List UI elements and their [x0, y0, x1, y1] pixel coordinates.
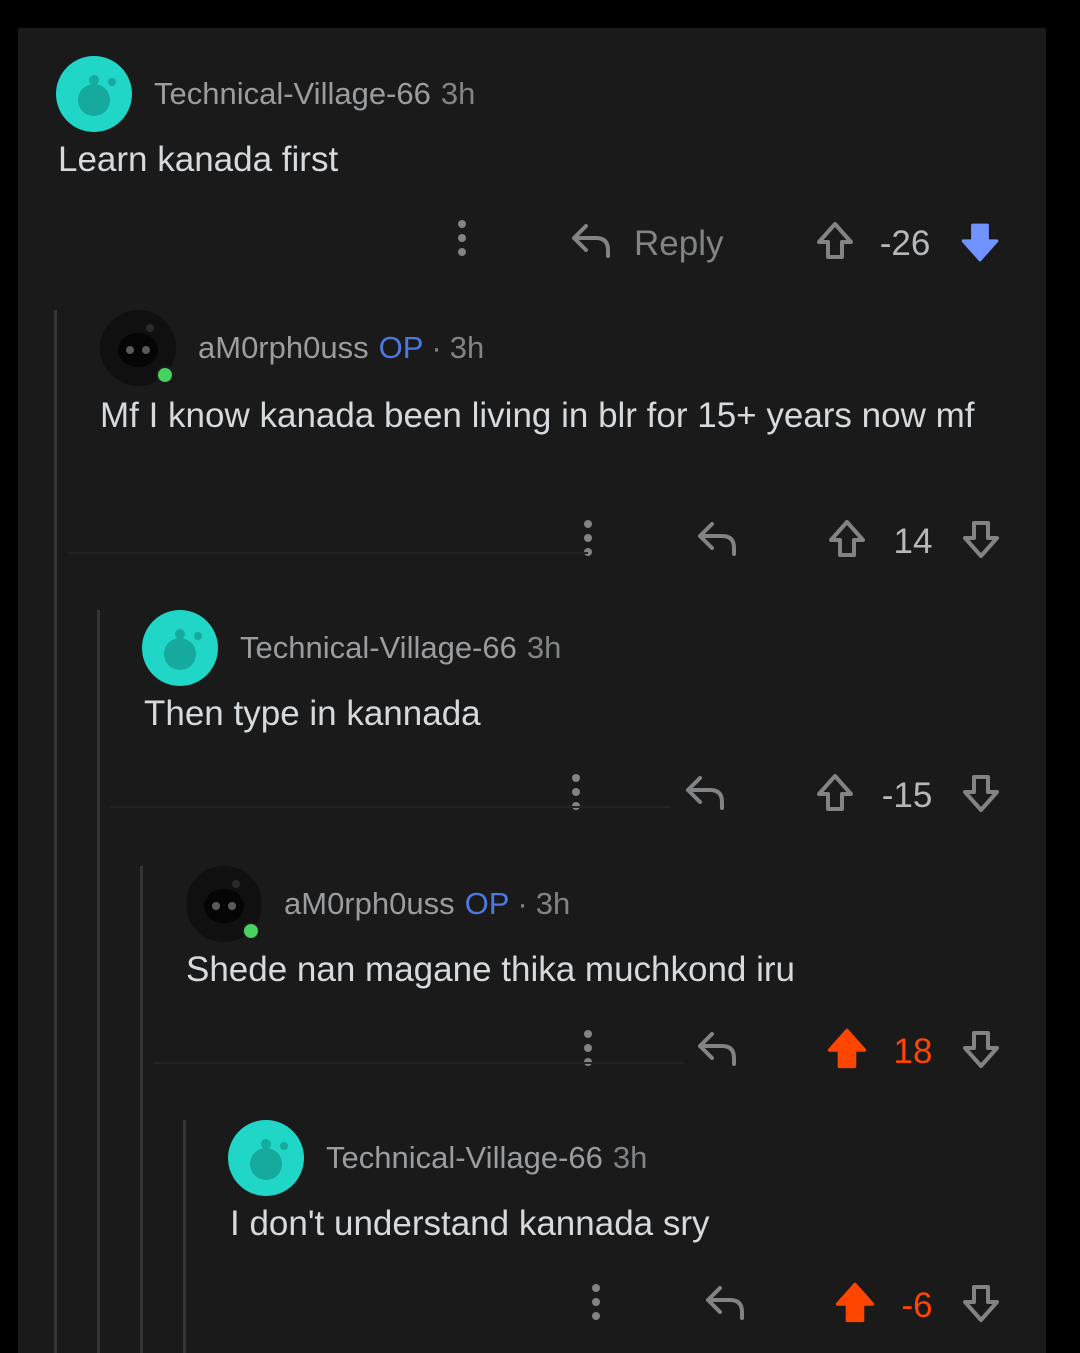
comment-body: Mf I know kanada been living in blr for … [100, 396, 975, 435]
comment-actions: 14 [18, 514, 1046, 574]
online-status-indicator [242, 922, 260, 940]
downvote-icon[interactable] [960, 1282, 1002, 1324]
comment-actions: 18 [18, 1024, 1046, 1084]
vote-score: -6 [901, 1286, 933, 1325]
comment-author[interactable]: Technical-Village-66 3h [240, 630, 561, 666]
snoo-avatar[interactable] [56, 56, 132, 132]
more-options-icon[interactable] [578, 1024, 598, 1074]
comment-actions: Reply -26 [18, 214, 1046, 274]
downvote-icon[interactable] [958, 220, 1002, 264]
upvote-icon[interactable] [814, 772, 856, 814]
divider [110, 806, 670, 808]
op-badge: OP [378, 330, 424, 365]
vote-score: 18 [893, 1032, 933, 1071]
downvote-icon[interactable] [960, 518, 1002, 560]
snoo-icon [250, 1139, 288, 1180]
snoo-icon [78, 75, 116, 116]
thread-line[interactable] [97, 610, 100, 1353]
thread-line[interactable] [54, 310, 57, 1353]
divider [68, 552, 588, 554]
vote-score: -26 [879, 224, 931, 263]
reply-icon[interactable] [568, 218, 614, 264]
comment-thread: Technical-Village-66 3h Learn kanada firs… [18, 28, 1046, 1353]
op-badge: OP [464, 886, 510, 921]
comment-actions: -6 [18, 1278, 1046, 1338]
reply-button[interactable]: Reply [634, 224, 723, 264]
reply-icon[interactable] [682, 770, 728, 816]
downvote-icon[interactable] [960, 1028, 1002, 1070]
more-options-icon[interactable] [566, 768, 586, 818]
comment-body: Shede nan magane thika muchkond iru [186, 950, 796, 989]
comment-body: Then type in kannada [144, 694, 481, 733]
snoo-avatar[interactable] [186, 866, 262, 942]
divider [154, 1062, 684, 1064]
snoo-avatar[interactable] [100, 310, 176, 386]
upvote-icon[interactable] [824, 1026, 870, 1072]
snoo-avatar[interactable] [142, 610, 218, 686]
upvote-icon[interactable] [832, 1280, 878, 1326]
more-options-icon[interactable] [452, 214, 472, 264]
comment-author[interactable]: aM0rph0uss OP · 3h [198, 330, 484, 366]
reply-icon[interactable] [694, 1026, 740, 1072]
comment-actions: -15 [18, 768, 1046, 828]
comment-author[interactable]: aM0rph0uss OP · 3h [284, 886, 570, 922]
snoo-avatar[interactable] [228, 1120, 304, 1196]
downvote-icon[interactable] [960, 772, 1002, 814]
snoo-icon [164, 629, 202, 670]
online-status-indicator [156, 366, 174, 384]
comment-author[interactable]: Technical-Village-66 3h [154, 76, 475, 112]
reply-icon[interactable] [694, 516, 740, 562]
upvote-icon[interactable] [826, 518, 868, 560]
vote-score: -15 [881, 776, 933, 815]
comment-author[interactable]: Technical-Village-66 3h [326, 1140, 647, 1176]
comment-body: Learn kanada first [58, 140, 339, 179]
comment-body: I don't understand kannada sry [230, 1204, 710, 1243]
more-options-icon[interactable] [586, 1278, 606, 1328]
reply-icon[interactable] [702, 1280, 748, 1326]
more-options-icon[interactable] [578, 514, 598, 564]
vote-score: 14 [893, 522, 933, 561]
upvote-icon[interactable] [814, 220, 856, 262]
